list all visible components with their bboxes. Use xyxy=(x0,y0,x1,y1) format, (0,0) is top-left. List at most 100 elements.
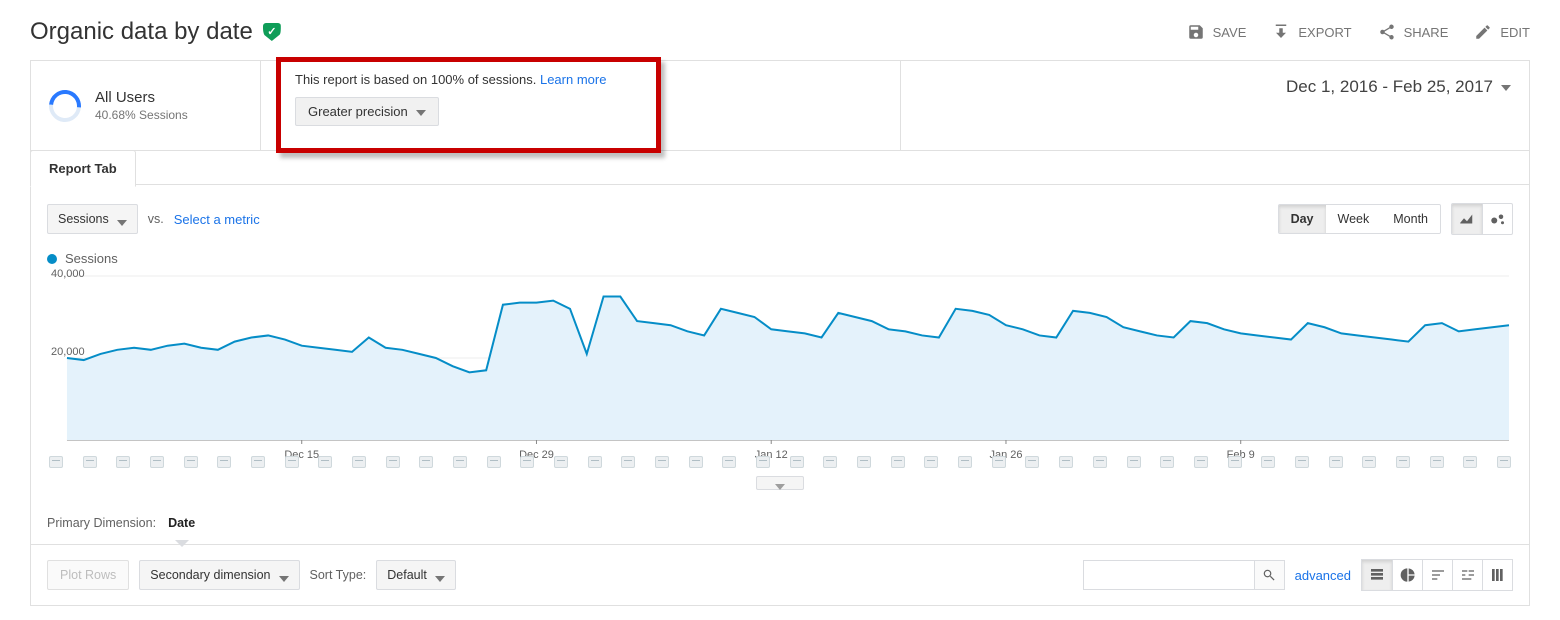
data-table-icon[interactable] xyxy=(1362,560,1392,590)
save-button[interactable]: SAVE xyxy=(1187,23,1247,41)
select-metric-link[interactable]: Select a metric xyxy=(174,212,260,227)
chevron-down-icon xyxy=(117,220,127,226)
annotation-marker-icon[interactable] xyxy=(285,456,299,468)
line-chart-icon[interactable] xyxy=(1452,204,1482,234)
save-label: SAVE xyxy=(1213,25,1247,40)
annotation-marker-icon[interactable] xyxy=(722,456,736,468)
annotation-marker-icon[interactable] xyxy=(1194,456,1208,468)
sampling-text: This report is based on 100% of sessions… xyxy=(295,72,540,87)
search-input[interactable] xyxy=(1084,561,1254,589)
secondary-dimension-dropdown[interactable]: Secondary dimension xyxy=(139,560,299,590)
annotation-marker-icon[interactable] xyxy=(1059,456,1073,468)
chevron-down-icon xyxy=(416,110,426,116)
annotation-marker-icon[interactable] xyxy=(487,456,501,468)
granularity-week[interactable]: Week xyxy=(1326,205,1382,233)
annotation-marker-icon[interactable] xyxy=(1362,456,1376,468)
annotation-marker-icon[interactable] xyxy=(924,456,938,468)
annotation-marker-icon[interactable] xyxy=(857,456,871,468)
annotation-marker-icon[interactable] xyxy=(655,456,669,468)
annotation-marker-icon[interactable] xyxy=(891,456,905,468)
search-button[interactable] xyxy=(1254,561,1284,589)
annotation-marker-icon[interactable] xyxy=(756,456,770,468)
annotation-marker-icon[interactable] xyxy=(184,456,198,468)
edit-label: EDIT xyxy=(1500,25,1530,40)
pivot-icon[interactable] xyxy=(1482,560,1512,590)
date-range-label: Dec 1, 2016 - Feb 25, 2017 xyxy=(1286,77,1493,97)
secondary-dimension-label: Secondary dimension xyxy=(150,568,270,582)
annotation-marker-icon[interactable] xyxy=(453,456,467,468)
chart-view-toggle xyxy=(1451,203,1513,235)
annotation-marker-icon[interactable] xyxy=(520,456,534,468)
annotation-marker-icon[interactable] xyxy=(1127,456,1141,468)
motion-chart-icon[interactable] xyxy=(1482,204,1512,234)
export-button[interactable]: EXPORT xyxy=(1272,23,1351,41)
sort-type-value: Default xyxy=(387,568,427,582)
precision-dropdown[interactable]: Greater precision xyxy=(295,97,439,126)
annotation-marker-icon[interactable] xyxy=(386,456,400,468)
expand-annotations-button[interactable] xyxy=(756,476,804,490)
chart-area: 40,000 20,000 Dec 15Dec 29Jan 12Jan 26Fe… xyxy=(31,266,1529,464)
sessions-chart: Dec 15Dec 29Jan 12Jan 26Feb 9 xyxy=(47,274,1513,464)
legend-dot-icon xyxy=(47,254,57,264)
plot-rows-button: Plot Rows xyxy=(47,560,129,590)
annotation-marker-icon[interactable] xyxy=(689,456,703,468)
annotation-marker-icon[interactable] xyxy=(1463,456,1477,468)
annotation-marker-icon[interactable] xyxy=(352,456,366,468)
verified-badge-icon xyxy=(263,23,281,41)
annotation-marker-icon[interactable] xyxy=(992,456,1006,468)
vs-label: vs. xyxy=(148,212,164,226)
annotation-marker-icon[interactable] xyxy=(150,456,164,468)
annotation-marker-icon[interactable] xyxy=(1396,456,1410,468)
annotation-marker-icon[interactable] xyxy=(790,456,804,468)
annotation-marker-icon[interactable] xyxy=(1093,456,1107,468)
annotation-marker-icon[interactable] xyxy=(318,456,332,468)
pencil-icon xyxy=(1474,23,1492,41)
search-icon xyxy=(1262,568,1276,582)
annotation-marker-icon[interactable] xyxy=(217,456,231,468)
annotation-marker-icon[interactable] xyxy=(116,456,130,468)
performance-icon[interactable] xyxy=(1422,560,1452,590)
annotation-marker-icon[interactable] xyxy=(621,456,635,468)
tab-report[interactable]: Report Tab xyxy=(30,150,136,187)
share-icon xyxy=(1378,23,1396,41)
granularity-month[interactable]: Month xyxy=(1381,205,1440,233)
sort-type-label: Sort Type: xyxy=(310,568,367,582)
advanced-filter-link[interactable]: advanced xyxy=(1295,568,1351,583)
annotation-marker-icon[interactable] xyxy=(419,456,433,468)
annotation-marker-icon[interactable] xyxy=(1160,456,1174,468)
annotation-marker-icon[interactable] xyxy=(823,456,837,468)
y-tick-mid: 20,000 xyxy=(51,346,85,358)
sort-type-dropdown[interactable]: Default xyxy=(376,560,456,590)
sampling-popover: This report is based on 100% of sessions… xyxy=(276,57,661,153)
annotation-marker-icon[interactable] xyxy=(958,456,972,468)
annotation-marker-icon[interactable] xyxy=(1497,456,1511,468)
comparison-icon[interactable] xyxy=(1452,560,1482,590)
annotation-marker-icon[interactable] xyxy=(1228,456,1242,468)
annotation-marker-icon[interactable] xyxy=(554,456,568,468)
share-button[interactable]: SHARE xyxy=(1378,23,1449,41)
export-label: EXPORT xyxy=(1298,25,1351,40)
edit-button[interactable]: EDIT xyxy=(1474,23,1530,41)
segment-card[interactable]: All Users 40.68% Sessions xyxy=(31,61,261,150)
annotation-marker-icon[interactable] xyxy=(1430,456,1444,468)
metric-primary-dropdown[interactable]: Sessions xyxy=(47,204,138,234)
annotation-marker-icon[interactable] xyxy=(1329,456,1343,468)
annotation-marker-icon[interactable] xyxy=(83,456,97,468)
precision-label: Greater precision xyxy=(308,104,408,119)
granularity-day[interactable]: Day xyxy=(1279,205,1326,233)
primary-dimension-value[interactable]: Date xyxy=(168,516,195,538)
save-icon xyxy=(1187,23,1205,41)
annotation-marker-icon[interactable] xyxy=(588,456,602,468)
primary-dimension-row: Primary Dimension: Date xyxy=(31,490,1529,544)
annotation-marker-icon[interactable] xyxy=(1295,456,1309,468)
metric-primary-label: Sessions xyxy=(58,212,109,226)
pie-chart-icon[interactable] xyxy=(1392,560,1422,590)
annotation-marker-icon[interactable] xyxy=(251,456,265,468)
learn-more-link[interactable]: Learn more xyxy=(540,72,606,87)
annotation-marker-icon[interactable] xyxy=(1261,456,1275,468)
granularity-toggle: Day Week Month xyxy=(1278,204,1441,234)
table-search xyxy=(1083,560,1285,590)
annotation-marker-icon[interactable] xyxy=(1025,456,1039,468)
annotation-marker-icon[interactable] xyxy=(49,456,63,468)
date-range-picker[interactable]: Dec 1, 2016 - Feb 25, 2017 xyxy=(1286,61,1529,150)
